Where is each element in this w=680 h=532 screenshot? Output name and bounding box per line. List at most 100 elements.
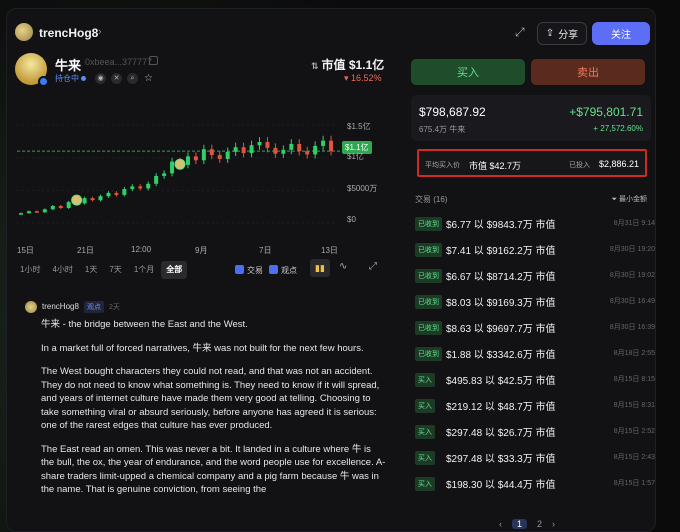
candle [265,141,270,148]
range-option[interactable]: 全部 [161,261,188,279]
market-cap: ⇅ 市值 $1.1亿 [311,56,384,73]
transactions-header: 交易 (16) [415,195,448,204]
x-tick-label: 12:00 [131,245,152,254]
transaction-row[interactable]: 已收到 $1.88 以 $3342.6万 市值 8月18日 2:55 [415,343,655,363]
chain-icon[interactable]: ◉ [95,73,106,84]
views-label: 观点 [281,266,297,275]
transaction-time: 8月15日 1:57 [613,480,655,487]
invested-value: $2,886.21 [598,159,639,169]
transaction-type-badge: 买入 [415,399,435,413]
range-option[interactable]: 7天 [104,261,126,279]
candle [34,211,39,213]
page-1[interactable]: 1 [512,519,528,529]
candle [201,149,206,161]
x-tick-label: 13日 [321,246,338,255]
post-paragraph: In a market full of forced narratives, 牛… [41,342,364,354]
time-range-selector: 1小时 4小时 1天 7天 1个月 全部 [15,261,188,279]
transaction-time: 8月15日 8:15 [613,376,655,383]
transaction-row[interactable]: 买入 $297.48 以 $33.3万 市值 8月15日 2:43 [415,447,655,467]
range-option[interactable]: 1小时 [15,261,45,279]
transaction-detail: $297.48 以 $33.3万 市值 [446,454,556,465]
range-option[interactable]: 1天 [80,261,102,279]
post-tag: 观点 [84,301,104,313]
pagination: ‹ 1 2 › [499,519,555,529]
follow-button[interactable]: 关注 [592,22,650,45]
fullscreen-icon[interactable]: ⤢ [369,261,377,272]
candle [273,147,278,154]
background-edge [658,0,680,532]
candle [241,147,246,154]
candle [249,145,254,154]
transaction-time: 8月30日 16:39 [609,324,655,331]
candle [257,141,262,146]
avg-buy-box: 平均买入价 市值 $42.7万 已投入 $2,886.21 [417,149,647,177]
transaction-row[interactable]: 已收到 $7.41 以 $9162.2万 市值 8月30日 19:20 [415,239,655,259]
range-option[interactable]: 1个月 [129,261,159,279]
candlestick-toggle-icon[interactable]: ▮▮ [310,259,330,277]
candle [170,161,175,174]
min-amount-filter[interactable]: ⏷ 最小金额 [611,194,647,204]
transaction-row[interactable]: 买入 $219.12 以 $48.7万 市值 8月15日 8:31 [415,395,655,415]
token-address[interactable]: 0xbeea...377777 [85,57,152,67]
expand-icon[interactable]: ⤢ [515,25,525,40]
transaction-type-badge: 买入 [415,451,435,465]
candle [130,186,135,190]
x-tick-label: 9月 [195,246,208,255]
candle [58,206,63,208]
transaction-row[interactable]: 已收到 $8.63 以 $9697.7万 市值 8月30日 16:39 [415,317,655,337]
balance-value: $798,687.92 [419,105,486,119]
user-avatar[interactable] [15,23,33,41]
balance-card: $798,687.92 675.4万 牛来 +$795,801.71 + 27,… [411,95,651,141]
candle [19,213,23,215]
buy-button[interactable]: 买入 [411,59,525,85]
transaction-time: 8月30日 16:49 [609,298,655,305]
post-fade [7,505,392,531]
post-author-avatar[interactable] [25,301,37,313]
y-tick-label: $5000万 [347,184,378,193]
candle [122,189,127,195]
prev-page-icon[interactable]: ‹ [499,519,502,529]
views-checkbox[interactable] [269,265,278,274]
price-chart[interactable] [7,99,387,259]
min-amount-label: 最小金额 [619,196,647,203]
transaction-detail: $8.63 以 $9697.7万 市值 [446,324,556,335]
page-2[interactable]: 2 [537,519,542,529]
candle [217,155,222,159]
sell-button[interactable]: 卖出 [531,59,645,85]
candle [329,140,334,152]
star-icon[interactable]: ☆ [143,73,154,84]
transaction-time: 8月18日 2:55 [613,350,655,357]
share-button[interactable]: ⇪ 分享 [537,22,587,45]
post-time: 2天 [109,304,120,311]
next-page-icon[interactable]: › [552,519,555,529]
candlestick-chart [17,124,342,224]
transaction-row[interactable]: 买入 $198.30 以 $44.4万 市值 8月15日 1:57 [415,473,655,493]
token-detail-panel: trencHog8 › ⤢ ⇪ 分享 关注 牛来 0xbeea...377777… [6,8,656,532]
transaction-row[interactable]: 买入 $297.48 以 $26.7万 市值 8月15日 2:52 [415,421,655,441]
chevron-right-icon[interactable]: › [98,26,102,38]
transaction-time: 8月31日 9:14 [613,220,655,227]
search-icon[interactable]: ⌕ [127,73,138,84]
transaction-row[interactable]: 已收到 $6.67 以 $8714.2万 市值 8月30日 19:02 [415,265,655,285]
candle [225,151,230,159]
transaction-detail: $198.30 以 $44.4万 市值 [446,480,556,491]
transaction-detail: $297.48 以 $26.7万 市值 [446,428,556,439]
transaction-type-badge: 买入 [415,477,435,491]
x-icon[interactable]: ✕ [111,73,122,84]
transaction-row[interactable]: 买入 $495.83 以 $42.5万 市值 8月15日 8:15 [415,369,655,389]
copy-icon[interactable] [149,56,158,65]
candle [26,211,31,214]
transaction-row[interactable]: 已收到 $8.03 以 $9169.3万 市值 8月30日 16:49 [415,291,655,311]
candle [106,192,111,197]
trade-marker [71,194,83,206]
transaction-detail: $8.03 以 $9169.3万 市值 [446,298,556,309]
line-chart-toggle-icon[interactable]: ∿ [339,261,347,272]
username[interactable]: trencHog8 [39,26,98,40]
range-option[interactable]: 4小时 [47,261,77,279]
trades-checkbox[interactable] [235,265,244,274]
x-tick-label: 7日 [259,246,272,255]
post-paragraph: The East read an omen. This was never a … [41,443,386,496]
post-author[interactable]: trencHog8 [42,302,79,311]
filter-icon: ⏷ [611,196,619,203]
transaction-row[interactable]: 已收到 $6.77 以 $9843.7万 市值 8月31日 9:14 [415,213,655,233]
